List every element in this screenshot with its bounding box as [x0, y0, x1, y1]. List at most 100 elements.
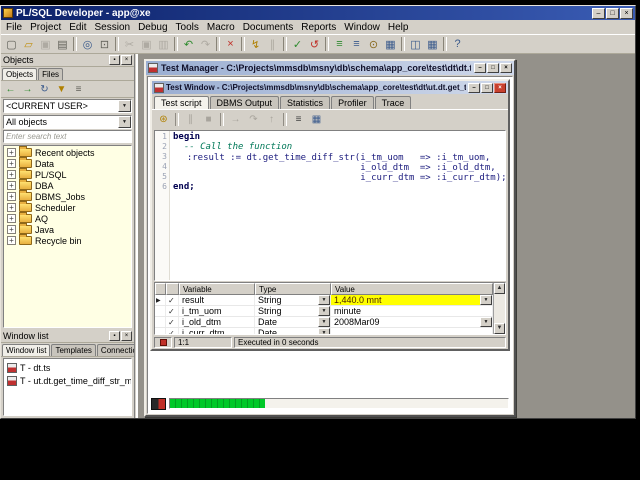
user-dropdown[interactable]: <CURRENT USER> ▼ — [3, 99, 132, 113]
variable-column-header[interactable]: Variable — [179, 283, 255, 295]
menu-project[interactable]: Project — [26, 22, 65, 33]
test-manager-titlebar[interactable]: Test Manager - C:\Projects\mmsdb\msny\db… — [146, 61, 514, 75]
options-icon[interactable]: ≡ — [71, 82, 86, 96]
variable-name-cell[interactable]: i_old_dtm — [179, 317, 255, 327]
new-file-icon[interactable]: ▢ — [3, 36, 20, 53]
copy-icon[interactable]: ▣ — [138, 36, 155, 53]
minimize-button[interactable]: – — [592, 7, 605, 19]
tab-dbms-output[interactable]: DBMS Output — [209, 96, 280, 109]
expand-icon[interactable]: + — [7, 159, 16, 168]
menu-macro[interactable]: Macro — [203, 22, 239, 33]
redo-icon[interactable]: ↷ — [197, 36, 214, 53]
filter-icon[interactable]: ▼ — [54, 82, 69, 96]
sessions-icon[interactable]: ≡ — [348, 36, 365, 53]
variable-list-icon[interactable]: ≡ — [290, 112, 307, 128]
dropdown-arrow-icon[interactable]: ▼ — [118, 100, 131, 112]
open-file-icon[interactable]: ▱ — [20, 36, 37, 53]
object-search-input[interactable]: Enter search text — [3, 130, 132, 143]
execute-test-icon[interactable]: ⊛ — [155, 112, 172, 128]
export-results-icon[interactable]: ▦ — [308, 112, 325, 128]
delete-icon[interactable]: × — [222, 36, 239, 53]
type-dropdown-icon[interactable]: ▼ — [318, 317, 330, 327]
type-dropdown-icon[interactable]: ▼ — [318, 295, 330, 305]
preview-icon[interactable]: ⊡ — [96, 36, 113, 53]
tab-test-script[interactable]: Test script — [154, 96, 209, 109]
dropdown-arrow-icon[interactable]: ▼ — [118, 116, 131, 128]
object-filter-dropdown[interactable]: All objects ▼ — [3, 115, 132, 129]
step-out-icon[interactable]: ↑ — [263, 112, 280, 128]
type-cell[interactable]: String ▼ — [255, 295, 331, 305]
commit-icon[interactable]: ✓ — [289, 36, 306, 53]
type-cell[interactable]: String ▼ — [255, 306, 331, 316]
back-icon[interactable]: ← — [3, 82, 18, 96]
expand-icon[interactable]: + — [7, 203, 16, 212]
variable-name-cell[interactable]: i_tm_uom — [179, 306, 255, 316]
tree-item-recycle-bin[interactable]: + Recycle bin — [4, 234, 131, 246]
tab-objects[interactable]: Objects — [2, 68, 38, 80]
type-column-header[interactable]: Type — [255, 283, 331, 295]
maximize-button[interactable]: □ — [606, 7, 619, 19]
value-column-header[interactable]: Value — [331, 283, 493, 295]
value-cell[interactable]: 2008Mar09 ▼ — [331, 317, 493, 327]
menu-window[interactable]: Window — [340, 22, 384, 33]
expand-icon[interactable]: + — [7, 236, 16, 245]
cut-icon[interactable]: ✂ — [121, 36, 138, 53]
variable-row-i-tm-uom[interactable]: ✓ i_tm_uom String ▼ minute — [155, 306, 493, 317]
execute-icon[interactable]: ↯ — [247, 36, 264, 53]
new-session-icon[interactable]: ≡ — [331, 36, 348, 53]
title-bar[interactable]: PL/SQL Developer - app@xe – □ × — [1, 6, 635, 20]
break-test-icon[interactable]: ∥ — [182, 112, 199, 128]
value-cell[interactable] — [331, 328, 493, 334]
menu-documents[interactable]: Documents — [239, 22, 298, 33]
variable-name-cell[interactable]: i_curr_dtm — [179, 328, 255, 334]
panel-close-icon[interactable]: × — [121, 55, 132, 65]
tab-files[interactable]: Files — [38, 68, 64, 80]
row-checkbox[interactable]: ✓ — [166, 306, 179, 316]
row-checkbox[interactable]: ✓ — [166, 328, 179, 334]
tab-trace[interactable]: Trace — [374, 96, 412, 109]
undo-icon[interactable]: ↶ — [180, 36, 197, 53]
expand-icon[interactable]: + — [7, 192, 16, 201]
tab-window-list[interactable]: Window list — [2, 344, 51, 356]
row-checkbox[interactable]: ✓ — [166, 317, 179, 327]
type-dropdown-icon[interactable]: ▼ — [318, 328, 330, 334]
step-into-icon[interactable]: → — [227, 112, 244, 128]
expand-icon[interactable]: + — [7, 214, 16, 223]
panel-pin-icon[interactable]: ▪ — [109, 331, 120, 341]
refresh-icon[interactable]: ↻ — [37, 82, 52, 96]
expand-icon[interactable]: + — [7, 181, 16, 190]
save-icon[interactable]: ▣ — [37, 36, 54, 53]
maximize-button[interactable]: □ — [487, 63, 499, 73]
menu-tools[interactable]: Tools — [172, 22, 203, 33]
expand-icon[interactable]: + — [7, 148, 16, 157]
cascade-windows-icon[interactable]: ◫ — [407, 36, 424, 53]
value-dropdown-icon[interactable]: ▼ — [480, 295, 492, 305]
scroll-down-icon[interactable]: ▼ — [494, 323, 505, 334]
tab-templates[interactable]: Templates — [51, 344, 96, 356]
stop-test-icon[interactable]: ■ — [200, 112, 217, 128]
code-area[interactable]: begin -- Call the function :result := dt… — [170, 131, 505, 280]
menu-debug[interactable]: Debug — [134, 22, 171, 33]
menu-edit[interactable]: Edit — [65, 22, 90, 33]
tab-profiler[interactable]: Profiler — [331, 96, 374, 109]
panel-pin-icon[interactable]: ▪ — [109, 55, 120, 65]
tab-statistics[interactable]: Statistics — [280, 96, 331, 109]
paste-icon[interactable]: ▥ — [155, 36, 172, 53]
forward-icon[interactable]: → — [20, 82, 35, 96]
expand-icon[interactable]: + — [7, 170, 16, 179]
search-icon[interactable]: ◎ — [79, 36, 96, 53]
type-dropdown-icon[interactable]: ▼ — [318, 306, 330, 316]
menu-session[interactable]: Session — [90, 22, 134, 33]
panel-close-icon[interactable]: × — [121, 331, 132, 341]
break-icon[interactable]: ∥ — [264, 36, 281, 53]
jobs-icon[interactable]: ⊙ — [365, 36, 382, 53]
monitor-icon[interactable]: ▦ — [382, 36, 399, 53]
variable-row-result[interactable]: ▶ ✓ result String ▼ 1,440.0 mnt ▼ — [155, 295, 493, 306]
close-button[interactable]: × — [500, 63, 512, 73]
minimize-button[interactable]: – — [468, 82, 480, 93]
close-button[interactable]: × — [494, 82, 506, 93]
code-editor[interactable]: 123456 begin -- Call the function :resul… — [154, 130, 506, 281]
value-dropdown-icon[interactable]: ▼ — [480, 317, 492, 327]
menu-reports[interactable]: Reports — [297, 22, 340, 33]
rollback-icon[interactable]: ↺ — [306, 36, 323, 53]
